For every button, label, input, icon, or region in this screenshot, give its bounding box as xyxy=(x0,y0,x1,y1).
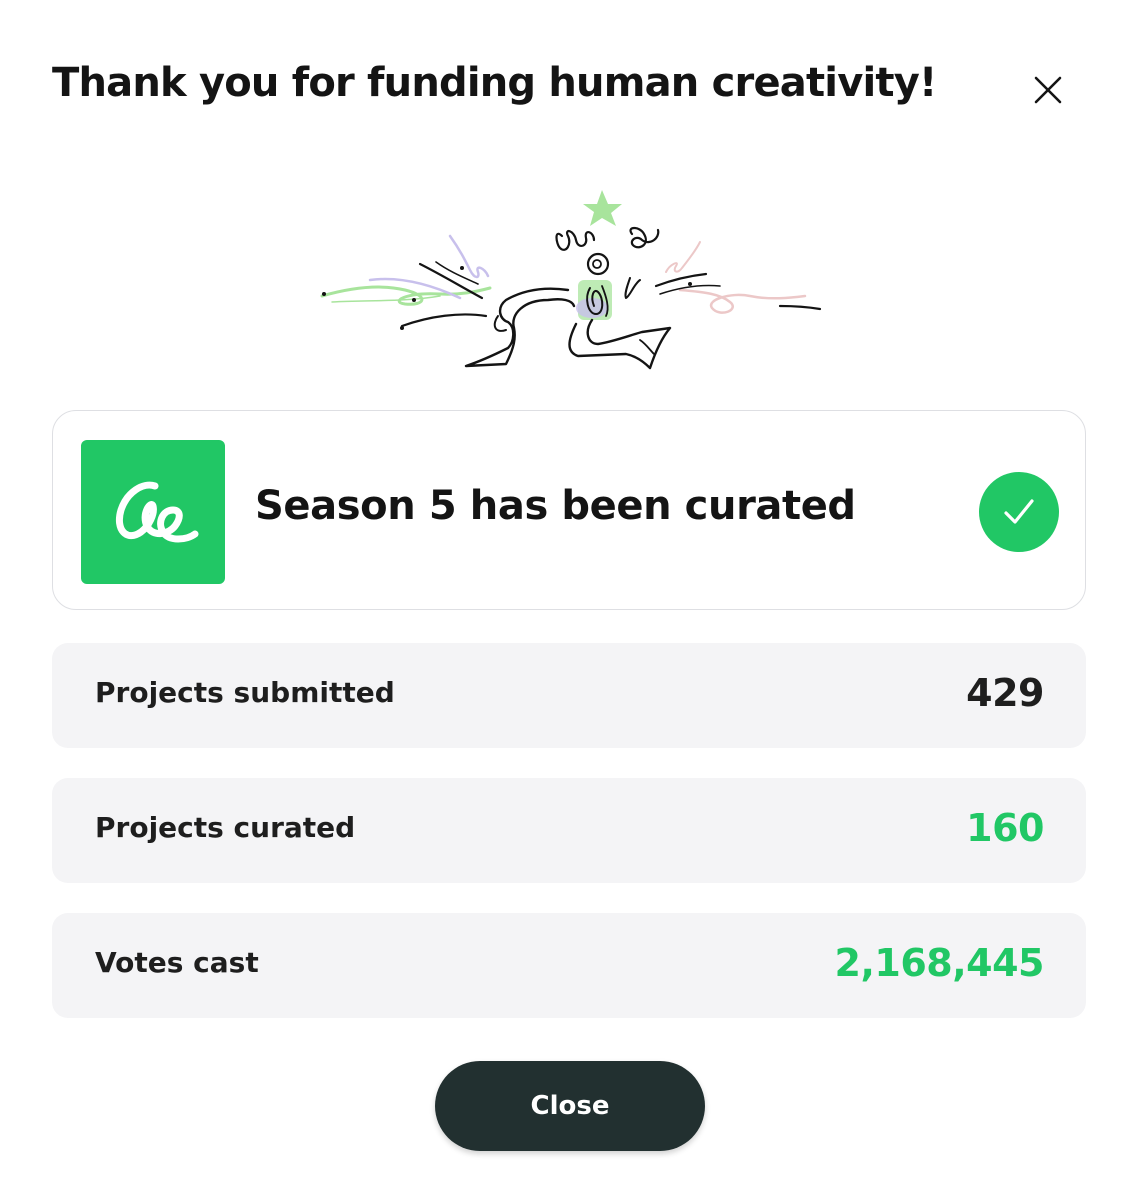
stat-value: 160 xyxy=(966,806,1044,850)
stat-label: Projects curated xyxy=(95,811,356,844)
season-status-card: Season 5 has been curated xyxy=(52,410,1086,610)
close-icon[interactable] xyxy=(1024,66,1072,114)
stat-row-votes-cast: Votes cast 2,168,445 xyxy=(52,913,1086,1018)
funding-thanks-dialog: Thank you for funding human creativity! xyxy=(0,0,1131,1188)
stat-row-projects-curated: Projects curated 160 xyxy=(52,778,1086,883)
close-button[interactable]: Close xyxy=(435,1061,705,1151)
stat-label: Projects submitted xyxy=(95,676,395,709)
stat-label: Votes cast xyxy=(95,946,259,979)
stat-value: 2,168,445 xyxy=(834,941,1045,985)
curation-logo-icon xyxy=(81,440,225,584)
celebration-illustration xyxy=(310,180,830,380)
checkmark-icon xyxy=(979,472,1059,552)
season-status-text: Season 5 has been curated xyxy=(255,483,856,529)
stat-value: 429 xyxy=(966,671,1044,715)
stat-row-projects-submitted: Projects submitted 429 xyxy=(52,643,1086,748)
dialog-title: Thank you for funding human creativity! xyxy=(52,60,937,106)
